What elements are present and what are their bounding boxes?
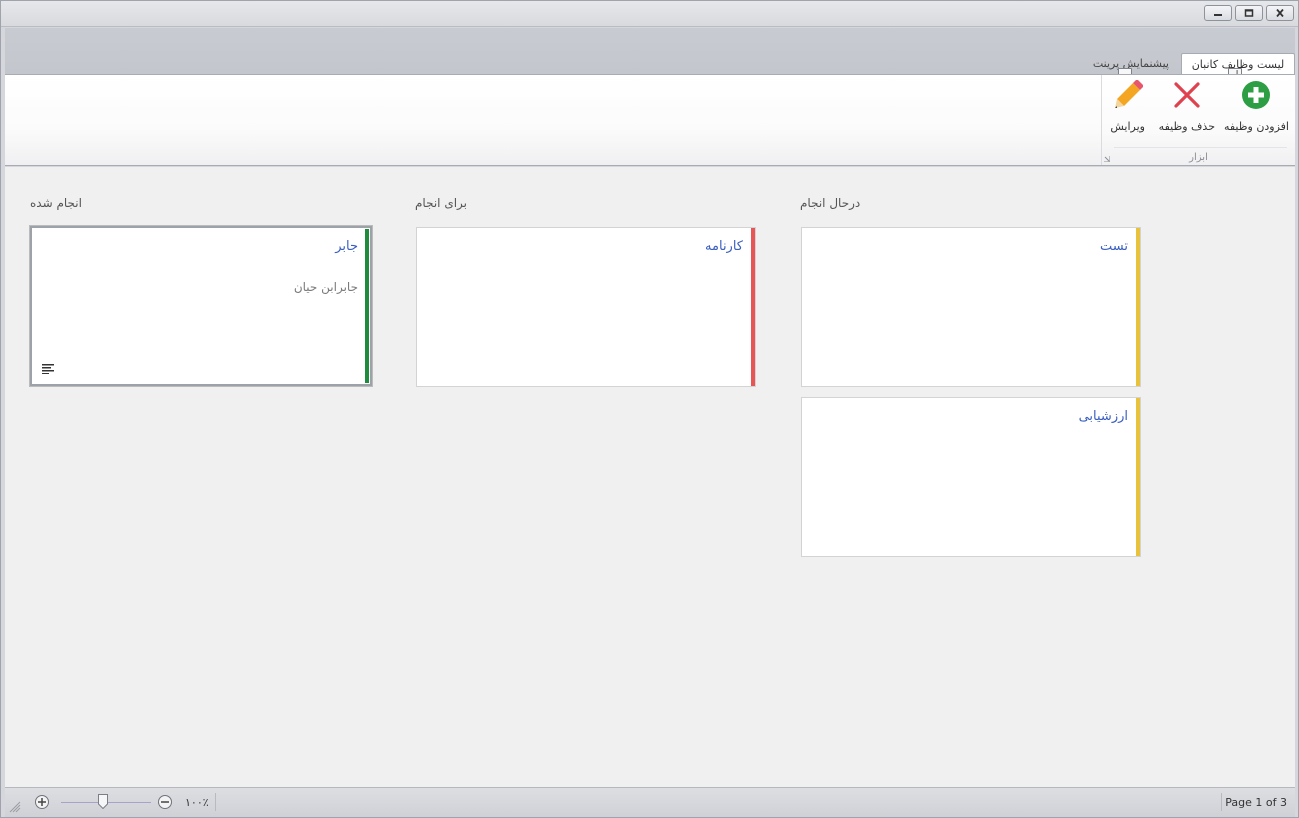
- zoom-in-button[interactable]: [35, 795, 49, 809]
- minimize-button[interactable]: [1204, 5, 1232, 21]
- page-indicator: Page 1 of 3: [1225, 796, 1287, 809]
- zoom-out-button[interactable]: [158, 795, 172, 809]
- ribbon-tab-strip: لیست وظایف کانبان پیشنمایش پرینت ل پ: [5, 28, 1295, 82]
- window-controls: [1204, 5, 1294, 21]
- maximize-icon: [1244, 9, 1254, 17]
- edit-label: ویرایش: [1110, 120, 1145, 133]
- add-task-button[interactable]: افزودن وظیفه: [1224, 79, 1289, 135]
- dialog-launcher-icon[interactable]: [1104, 156, 1110, 162]
- card-accent-bar: [1136, 398, 1140, 556]
- minimize-icon: [1214, 14, 1222, 16]
- group-separator: [1114, 147, 1287, 148]
- zoom-slider-thumb[interactable]: [98, 794, 108, 809]
- ribbon-group-tools: افزودن وظیفه حذف وظیفه ویرایش ابزار: [1101, 75, 1295, 165]
- maximize-button[interactable]: [1235, 5, 1263, 21]
- close-icon: [1276, 9, 1284, 17]
- add-task-label: افزودن وظیفه: [1223, 120, 1289, 133]
- card-title: جابر: [335, 239, 358, 254]
- resize-grip-icon[interactable]: [9, 801, 21, 813]
- zoom-level: ۱۰۰٪: [185, 796, 209, 809]
- task-card[interactable]: تست: [801, 227, 1141, 387]
- card-title: ارزشیابی: [1078, 409, 1128, 424]
- card-accent-bar: [1136, 228, 1140, 386]
- status-separator: [1221, 793, 1222, 811]
- column-title-done: انجام شده: [30, 196, 82, 210]
- card-title: کارنامه: [705, 239, 743, 254]
- close-button[interactable]: [1266, 5, 1294, 21]
- task-card[interactable]: ارزشیابی: [801, 397, 1141, 557]
- card-description: جابرابن حیان: [293, 280, 358, 294]
- delete-task-button[interactable]: حذف وظیفه: [1159, 79, 1215, 135]
- description-lines-icon: [42, 364, 54, 374]
- delete-task-label: حذف وظیفه: [1158, 120, 1215, 133]
- plus-icon: [38, 798, 46, 806]
- kanban-board: درحال انجام تست ارزشیابی برای انجام کارن…: [5, 167, 1295, 787]
- main-window: لیست وظایف کانبان پیشنمایش پرینت ل پ افز…: [0, 0, 1299, 818]
- delete-x-icon: [1171, 79, 1203, 111]
- edit-button[interactable]: ویرایش: [1110, 79, 1145, 135]
- ribbon-group-label: ابزار: [1189, 152, 1208, 163]
- add-circle-icon: [1240, 79, 1272, 111]
- card-accent-bar: [365, 229, 369, 383]
- column-title-to-do: برای انجام: [415, 196, 468, 210]
- minus-icon: [161, 801, 169, 803]
- task-card-selected[interactable]: جابر جابرابن حیان: [29, 225, 373, 387]
- card-title: تست: [1100, 239, 1128, 254]
- status-separator: [215, 793, 216, 811]
- status-bar: ۱۰۰٪ Page 1 of 3: [5, 787, 1295, 817]
- task-card[interactable]: کارنامه: [416, 227, 756, 387]
- title-bar: [1, 1, 1298, 27]
- ribbon-panel: افزودن وظیفه حذف وظیفه ویرایش ابزار: [5, 74, 1295, 166]
- card-accent-bar: [751, 228, 755, 386]
- column-title-in-progress: درحال انجام: [800, 196, 861, 210]
- pencil-icon: [1112, 79, 1144, 111]
